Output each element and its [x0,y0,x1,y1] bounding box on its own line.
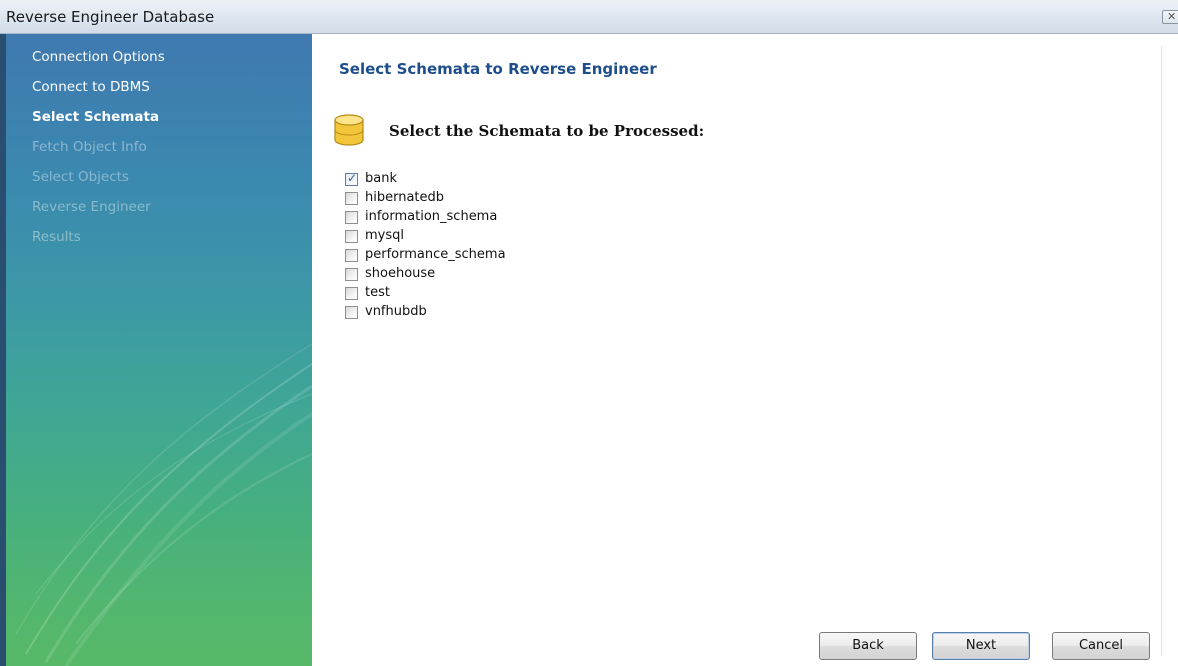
schema-label: test [365,285,390,300]
schema-checkbox[interactable] [345,249,358,262]
step-fetch-object-info: Fetch Object Info [32,139,147,155]
sidebar-decoration [15,343,312,666]
step-reverse-engineer: Reverse Engineer [32,199,151,215]
schema-label: information_schema [365,209,498,224]
schema-label: hibernatedb [365,190,445,205]
schema-label: shoehouse [365,266,436,281]
page-title: Select Schemata to Reverse Engineer [339,60,657,78]
schema-label: vnfhubdb [365,304,427,319]
close-button[interactable]: ✕ [1162,10,1178,24]
window-title: Reverse Engineer Database [6,8,215,26]
cancel-button[interactable]: Cancel [1052,632,1150,660]
back-button[interactable]: Back [819,632,917,660]
content-divider [1161,46,1162,656]
schema-checkbox[interactable] [345,211,358,224]
step-results: Results [32,229,81,245]
reverse-engineer-dialog: Reverse Engineer Database ✕ Connection O… [0,0,1178,666]
checkmark-icon: ✓ [347,171,358,185]
section-heading: Select the Schemata to be Processed: [389,122,705,140]
next-button[interactable]: Next [932,632,1030,660]
step-select-objects: Select Objects [32,169,129,185]
schema-label: performance_schema [365,247,506,262]
schema-label: mysql [365,228,404,243]
schema-checkbox[interactable] [345,306,358,319]
schema-checkbox[interactable] [345,268,358,281]
close-icon: ✕ [1167,10,1177,23]
schema-checkbox[interactable] [345,287,358,300]
schema-checkbox[interactable] [345,230,358,243]
title-bar[interactable]: Reverse Engineer Database ✕ [0,0,1178,34]
schema-label: bank [365,171,397,186]
schema-checkbox[interactable]: ✓ [345,171,358,186]
schema-checkbox[interactable] [345,192,358,205]
content-panel: Select Schemata to Reverse Engineer Sele… [312,34,1178,666]
database-icon [334,114,364,146]
step-connection-options: Connection Options [32,49,165,65]
step-select-schemata: Select Schemata [32,109,160,125]
wizard-step-sidebar: Connection Options Connect to DBMS Selec… [0,34,312,666]
step-connect-to-dbms: Connect to DBMS [32,79,150,95]
